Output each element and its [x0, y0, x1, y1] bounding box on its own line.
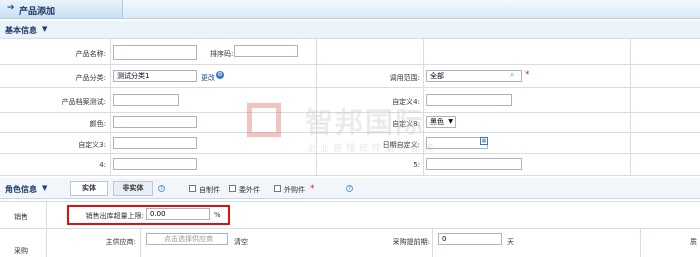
grid-line: [0, 228, 700, 229]
date-custom-input[interactable]: [426, 137, 488, 149]
grid-line: [316, 38, 317, 175]
grid-line: [0, 201, 700, 202]
search-icon[interactable]: ⌕: [510, 70, 514, 80]
field5-input[interactable]: [426, 158, 522, 170]
clear-link[interactable]: 清空: [234, 237, 248, 247]
brand-watermark: 智邦国际 企业管理软件服务品牌: [247, 101, 507, 161]
color-label: 颜色:: [89, 120, 106, 128]
tab-entity[interactable]: 实体: [70, 181, 108, 196]
outsource-checkbox[interactable]: [229, 185, 236, 192]
purchase-label: 外购件: [284, 186, 305, 194]
supplier-input[interactable]: 点击选择供应商: [146, 233, 228, 245]
grid-line: [0, 175, 700, 176]
category-input[interactable]: 测试分类1: [113, 70, 197, 82]
self-made-checkbox[interactable]: [189, 185, 196, 192]
grid-line: [0, 64, 700, 65]
calendar-icon[interactable]: ▦: [480, 137, 488, 145]
field4-label: 4:: [99, 161, 106, 169]
custom4-label: 自定义4:: [392, 98, 420, 106]
lead-time-input[interactable]: 0: [438, 233, 502, 245]
role-info-title: 角色信息: [5, 185, 37, 194]
custom3-input[interactable]: [113, 137, 197, 149]
chevron-down-icon[interactable]: ▼: [42, 25, 47, 33]
custom8-label: 自定义8:: [392, 120, 420, 128]
title-tab: ➔ 产品添加: [0, 0, 123, 18]
chevron-down-icon[interactable]: ▼: [42, 184, 47, 192]
scope-input[interactable]: 全部: [426, 70, 522, 82]
category-label: 产品分类:: [75, 74, 106, 82]
tab-nonentity[interactable]: 非实体: [113, 181, 153, 196]
grid-line: [423, 38, 424, 175]
profile-test-input[interactable]: [113, 94, 179, 106]
custom8-select[interactable]: 黑色 ▼: [426, 116, 456, 128]
supplier-label: 主供应商:: [105, 238, 136, 246]
scope-label: 调用范围:: [389, 74, 420, 82]
highlight-box: [67, 205, 230, 225]
grid-line: [630, 38, 631, 175]
lead-time-unit: 天: [507, 238, 514, 246]
lead-time-label: 采购提前期:: [392, 238, 430, 246]
date-custom-label: 日期自定义:: [382, 141, 420, 149]
profile-test-label: 产品档案测试:: [61, 98, 106, 106]
custom8-value: 黑色: [430, 118, 444, 126]
grid-line: [0, 87, 700, 88]
truncated-label: 质: [690, 238, 697, 246]
title-bar: ➔ 产品添加: [0, 0, 700, 19]
help-icon[interactable]: ?: [158, 185, 165, 192]
sales-section-label: 销售: [14, 213, 28, 221]
sort-code-label: 排序码:: [210, 50, 234, 58]
grid-line: [0, 112, 700, 113]
grid-line: [140, 228, 141, 257]
outsource-label: 委外件: [239, 186, 260, 194]
basic-info-title: 基本信息: [5, 26, 37, 35]
grid-line: [640, 228, 641, 257]
help-icon[interactable]: ?: [346, 185, 353, 192]
change-category-link[interactable]: 更改: [201, 73, 215, 83]
self-made-label: 自制件: [199, 186, 220, 194]
arrow-right-icon: ➔: [7, 3, 15, 13]
chevron-down-icon: ▼: [448, 118, 453, 125]
purchase-checkbox[interactable]: [274, 185, 281, 192]
custom4-input[interactable]: [426, 94, 512, 106]
grid-line: [0, 153, 700, 154]
grid-line: [0, 38, 700, 39]
field5-label: 5:: [413, 161, 420, 169]
required-marker: *: [525, 70, 530, 80]
grid-line: [432, 228, 433, 257]
basic-info-header[interactable]: 基本信息 ▼: [0, 21, 700, 39]
required-marker: *: [310, 184, 315, 194]
settings-icon[interactable]: ⚙: [216, 71, 224, 79]
field4-input[interactable]: [113, 158, 197, 170]
grid-line: [110, 38, 111, 175]
grid-line: [46, 201, 47, 257]
custom3-label: 自定义3:: [78, 141, 106, 149]
sort-code-input[interactable]: [234, 45, 298, 57]
product-name-input[interactable]: [113, 45, 197, 60]
grid-line: [0, 132, 700, 133]
product-name-label: 产品名称:: [75, 50, 106, 58]
purchase-section-label: 采购: [14, 247, 28, 255]
page-title: 产品添加: [19, 7, 56, 17]
color-input[interactable]: [113, 116, 197, 128]
